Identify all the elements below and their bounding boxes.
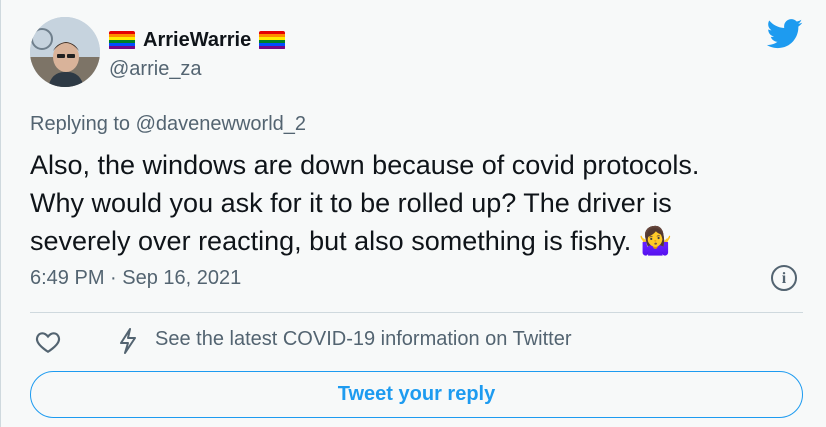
covid-info-link[interactable]: See the latest COVID-19 information on T…	[155, 328, 572, 351]
tweet-text-line: Also, the windows are down because of co…	[30, 150, 700, 180]
twitter-bird-icon[interactable]	[767, 19, 803, 49]
tweet-timestamp[interactable]: 6:49 PM · Sep 16, 2021	[30, 267, 241, 290]
avatar[interactable]	[30, 17, 100, 87]
author-name-row[interactable]: ArrieWarrie	[109, 28, 286, 52]
tweet-card: ArrieWarrie @arrie_za Replying to @daven…	[0, 0, 826, 427]
rainbow-flag-icon	[109, 30, 135, 50]
tweet-text-span: severely over reacting, but also somethi…	[30, 226, 632, 256]
author-display-name[interactable]: ArrieWarrie	[143, 28, 251, 52]
tweet-text-line: severely over reacting, but also somethi…	[30, 222, 790, 260]
info-icon[interactable]: i	[771, 265, 797, 291]
divider	[30, 312, 803, 313]
rainbow-flag-icon	[259, 30, 286, 50]
shrug-emoji-icon: 🤷‍♀️	[638, 226, 673, 256]
heart-icon[interactable]	[35, 329, 61, 355]
tweet-text: Also, the windows are down because of co…	[30, 146, 790, 260]
tweet-text-line: Why would you ask for it to be rolled up…	[30, 188, 672, 218]
replying-to[interactable]: Replying to @davenewworld_2	[30, 113, 306, 136]
lightning-icon	[120, 328, 136, 354]
tweet-your-reply-button[interactable]: Tweet your reply	[30, 371, 803, 418]
author-handle[interactable]: @arrie_za	[109, 58, 202, 81]
